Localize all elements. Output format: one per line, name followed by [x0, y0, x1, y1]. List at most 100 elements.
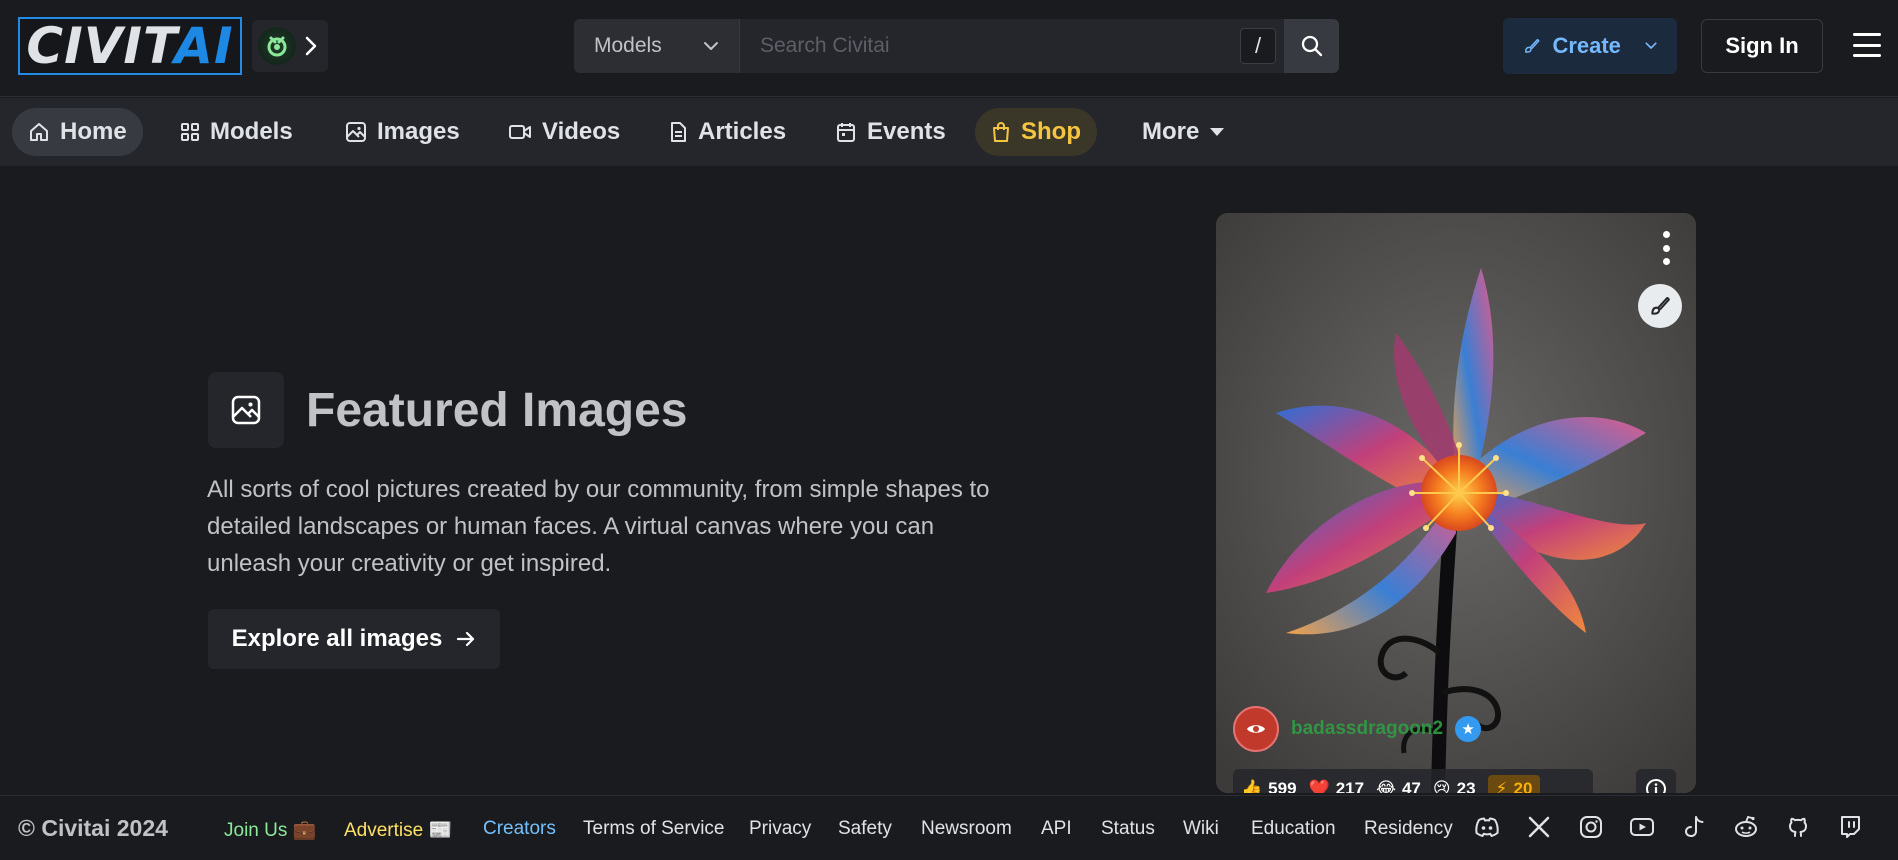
nav-item-articles[interactable]: Articles [652, 108, 802, 156]
reactions-bar: 👍 599 ❤️ 217 😂 47 😢 23 ⚡ 20 [1233, 769, 1593, 793]
footer-link-residency[interactable]: Residency [1364, 818, 1453, 840]
civitai-logo[interactable]: CIVITAI [18, 17, 242, 75]
search-icon [1301, 35, 1322, 57]
reaction-heart[interactable]: ❤️ 217 [1309, 779, 1365, 793]
search-input[interactable] [760, 34, 1240, 58]
thumbs-up-icon: 👍 [1241, 779, 1263, 793]
more-options-icon[interactable] [1656, 231, 1676, 265]
discord-icon[interactable] [1472, 812, 1502, 842]
footer-link-wiki[interactable]: Wiki [1183, 818, 1219, 840]
nav-item-images[interactable]: Images [329, 108, 476, 156]
instagram-icon[interactable] [1576, 812, 1606, 842]
search-category-value: Models [594, 34, 662, 57]
buzz-count: 20 [1513, 779, 1533, 793]
file-text-icon [671, 122, 686, 142]
page-title: Featured Images [306, 384, 688, 437]
footer-link-terms[interactable]: Terms of Service [583, 818, 724, 840]
home-icon [30, 123, 48, 141]
shopping-bag-icon [993, 121, 1009, 142]
explore-label: Explore all images [231, 625, 443, 652]
menu-icon[interactable] [1853, 33, 1881, 57]
remix-button[interactable] [1638, 284, 1682, 328]
image-info-button[interactable] [1636, 769, 1676, 793]
reaction-cry[interactable]: 😢 23 [1433, 779, 1476, 793]
nav-item-events[interactable]: Events [819, 108, 962, 156]
arrow-right-icon [457, 631, 475, 647]
avatar [1233, 706, 1279, 752]
footer: © Civitai 2024 Join Us 💼 Advertise 📰 Cre… [0, 795, 1898, 860]
nav-item-home[interactable]: Home [12, 108, 143, 156]
footer-link-advertise[interactable]: Advertise 📰 [344, 818, 452, 842]
creator-row[interactable]: badassdragoon2 ★ [1233, 705, 1482, 753]
logo-text-civit: CIVIT [26, 17, 175, 75]
nav-item-label: Home [60, 118, 127, 145]
sign-in-button[interactable]: Sign In [1701, 19, 1823, 73]
nav-item-more[interactable]: More [1126, 108, 1241, 156]
search-category-select[interactable]: Models [574, 19, 740, 73]
calendar-icon [837, 123, 855, 142]
chevron-down-icon [1645, 42, 1657, 49]
search-button[interactable] [1284, 19, 1339, 73]
reaction-buzz[interactable]: ⚡ 20 [1487, 775, 1541, 793]
heart-icon: ❤️ [1308, 779, 1330, 793]
footer-link-privacy[interactable]: Privacy [749, 818, 811, 840]
lightning-icon: ⚡ [1495, 779, 1508, 793]
creator-username: badassdragoon2 [1291, 718, 1444, 739]
caret-down-icon [1210, 128, 1225, 136]
nav-item-label: Shop [1021, 118, 1081, 145]
featured-image-card[interactable]: badassdragoon2 ★ 👍 599 ❤️ 217 😂 47 😢 23 ⚡ 20 [1216, 213, 1696, 793]
reddit-icon[interactable] [1731, 812, 1761, 842]
laugh-count: 47 [1401, 779, 1421, 793]
announcement-button[interactable] [252, 20, 328, 72]
search-shortcut-key: / [1240, 28, 1276, 64]
featured-images-icon-box [208, 372, 284, 448]
github-icon[interactable] [1783, 812, 1813, 842]
nav-item-label: Articles [698, 118, 787, 145]
footer-link-newsroom[interactable]: Newsroom [921, 818, 1012, 840]
reaction-laugh[interactable]: 😂 47 [1376, 779, 1421, 793]
tiktok-icon[interactable] [1679, 812, 1709, 842]
footer-link-creators[interactable]: Creators [483, 818, 556, 840]
info-icon [1646, 779, 1666, 793]
video-icon [509, 125, 531, 139]
chevron-down-icon [704, 42, 718, 50]
section-description: All sorts of cool pictures created by ou… [207, 476, 990, 577]
chevron-right-icon [305, 36, 317, 56]
photo-icon [346, 122, 366, 142]
twitch-icon[interactable] [1835, 812, 1865, 842]
nav-item-shop[interactable]: Shop [975, 108, 1097, 156]
youtube-icon[interactable] [1627, 812, 1657, 842]
nav-item-label: Images [377, 118, 460, 145]
create-label: Create [1552, 33, 1621, 58]
cry-count: 23 [1456, 779, 1476, 793]
explore-all-images-button[interactable]: Explore all images [208, 609, 500, 669]
footer-link-api[interactable]: API [1041, 818, 1072, 840]
heart-count: 217 [1335, 779, 1365, 793]
nav-item-videos[interactable]: Videos [492, 108, 636, 156]
top-header: CIVITAI Models / Create Sign In [0, 0, 1898, 97]
brush-icon [1524, 39, 1540, 53]
brush-icon [1651, 297, 1670, 315]
create-button[interactable]: Create [1503, 18, 1677, 74]
copyright-text: © Civitai 2024 [18, 815, 168, 841]
search-field-wrap: / [740, 19, 1284, 73]
nav-item-models[interactable]: Models [164, 108, 309, 156]
footer-link-join-us[interactable]: Join Us 💼 [224, 818, 316, 842]
laugh-icon: 😂 [1376, 779, 1396, 793]
reaction-like[interactable]: 👍 599 [1241, 779, 1297, 793]
event-badge-icon [258, 27, 296, 65]
footer-link-education[interactable]: Education [1251, 818, 1336, 840]
grid-icon [181, 123, 199, 141]
eye-icon [1247, 725, 1265, 733]
nav-item-label: Videos [542, 118, 621, 145]
like-count: 599 [1268, 779, 1297, 793]
main-nav: Home Models Images Videos Articles Event… [0, 98, 1898, 166]
nav-item-label: More [1142, 118, 1200, 145]
footer-link-safety[interactable]: Safety [838, 818, 892, 840]
nav-item-label: Events [867, 118, 946, 145]
x-icon[interactable] [1524, 812, 1554, 842]
nav-item-label: Models [210, 118, 293, 145]
photo-icon [231, 395, 261, 425]
footer-link-status[interactable]: Status [1101, 818, 1155, 840]
cry-icon: 😢 [1432, 779, 1451, 793]
